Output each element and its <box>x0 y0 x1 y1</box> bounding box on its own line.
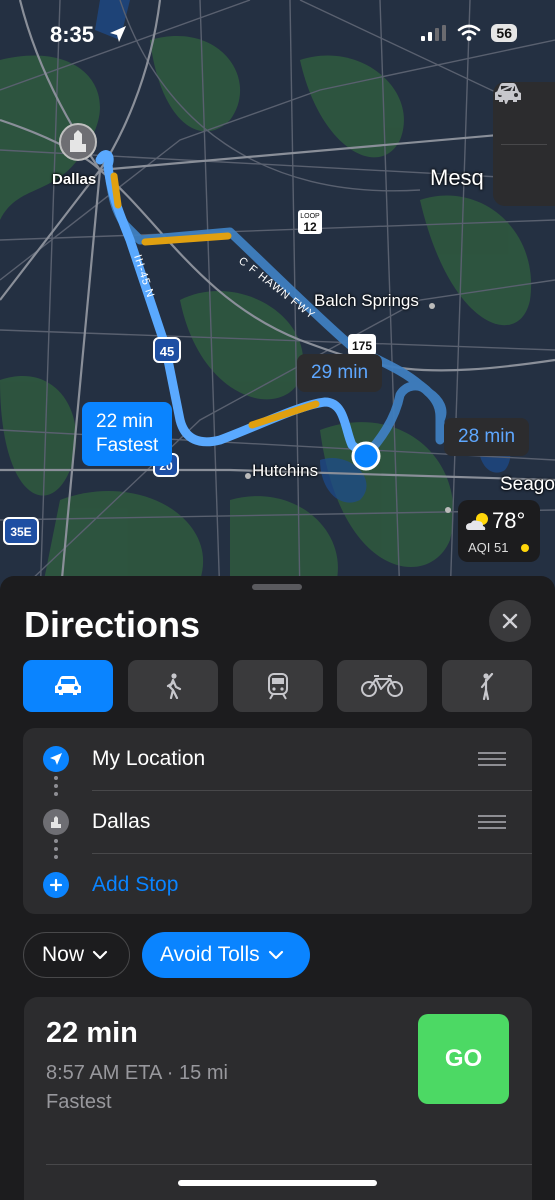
plus-icon <box>43 872 69 898</box>
loop12-num: 12 <box>303 220 317 234</box>
close-icon <box>502 613 518 629</box>
mode-cycle[interactable] <box>337 660 427 712</box>
chevron-down-icon <box>268 950 283 960</box>
stop-destination[interactable]: Dallas <box>23 791 532 853</box>
depart-time-dropdown[interactable]: Now <box>23 932 130 978</box>
route-result-card[interactable]: 22 min 8:57 AM ETA · 15 mi Fastest GO <box>24 997 532 1200</box>
directions-sheet: Directions My Location Dallas Add Stop N… <box>0 576 555 1200</box>
mode-ride[interactable] <box>442 660 532 712</box>
location-services-icon <box>110 26 126 42</box>
add-stop-button[interactable]: Add Stop <box>23 854 532 916</box>
sheet-grabber[interactable] <box>252 584 302 590</box>
origin-label: My Location <box>92 747 206 770</box>
city-icon <box>43 809 69 835</box>
walk-icon <box>166 673 182 699</box>
dallas-label: Dallas <box>52 171 97 188</box>
us175-num: 175 <box>352 339 372 353</box>
route-duration: 22 min <box>46 1017 138 1049</box>
depart-time-label: Now <box>42 943 85 966</box>
partly-cloudy-icon <box>466 513 488 530</box>
mesquite-label: Mesq <box>430 165 484 190</box>
mode-drive[interactable] <box>23 660 113 712</box>
current-location-dot <box>351 441 381 471</box>
chevron-down-icon <box>92 950 108 960</box>
destination-label: Dallas <box>92 810 151 833</box>
battery-indicator: 56 <box>491 24 517 42</box>
map-view[interactable]: LOOP 12 45 20 35E 175 IH-45 N C F HAWN F… <box>0 0 555 600</box>
wifi-icon <box>458 24 481 41</box>
reorder-handle-icon[interactable] <box>478 815 506 833</box>
person-hail-icon <box>480 672 494 700</box>
status-time: 8:35 <box>50 22 95 47</box>
loop12-top: LOOP <box>300 213 320 220</box>
i35e-num: 35E <box>10 525 31 539</box>
home-indicator[interactable] <box>178 1180 377 1186</box>
reorder-handle-icon[interactable] <box>478 752 506 770</box>
car-icon <box>55 676 81 695</box>
go-button[interactable]: GO <box>418 1014 509 1104</box>
origin-location-icon <box>43 746 69 772</box>
cellular-signal-icon <box>421 25 447 41</box>
route-time: 22 min <box>96 411 154 432</box>
route-option-22-min[interactable]: 22 min Fastest <box>82 402 173 466</box>
route-tag: Fastest <box>46 1091 112 1113</box>
mode-transit[interactable] <box>233 660 323 712</box>
route-stops: My Location Dallas Add Stop <box>23 728 532 914</box>
aqi-status-dot <box>521 544 529 552</box>
route-option-28-min[interactable]: 28 min <box>444 418 530 456</box>
i45-num: 45 <box>160 344 174 359</box>
route-tag: Fastest <box>96 435 159 456</box>
weather-widget[interactable]: 78° AQI 51 <box>458 500 540 562</box>
balch-springs-label: Balch Springs <box>314 291 419 310</box>
sheet-title: Directions <box>24 604 201 645</box>
avoid-label: Avoid Tolls <box>160 943 260 966</box>
location-arrow-icon <box>495 84 515 104</box>
bicycle-icon <box>361 675 403 697</box>
weather-temp: 78° <box>492 508 526 533</box>
transport-mode-selector <box>23 660 532 712</box>
train-icon <box>268 673 288 700</box>
stop-origin[interactable]: My Location <box>23 728 532 790</box>
route-option-29-min[interactable]: 29 min <box>297 354 383 392</box>
avoid-options-dropdown[interactable]: Avoid Tolls <box>142 932 310 978</box>
add-stop-label: Add Stop <box>92 873 179 896</box>
status-bar: 8:35 56 <box>0 0 555 74</box>
route-eta-distance: 8:57 AM ETA · 15 mi <box>46 1062 228 1084</box>
seagoville-label: Seago <box>500 474 555 495</box>
air-quality: AQI 51 <box>468 540 509 555</box>
locate-button[interactable] <box>493 84 555 207</box>
map-controls <box>493 82 555 206</box>
close-button[interactable] <box>489 600 531 642</box>
mode-walk[interactable] <box>128 660 218 712</box>
hutchins-label: Hutchins <box>252 461 319 480</box>
